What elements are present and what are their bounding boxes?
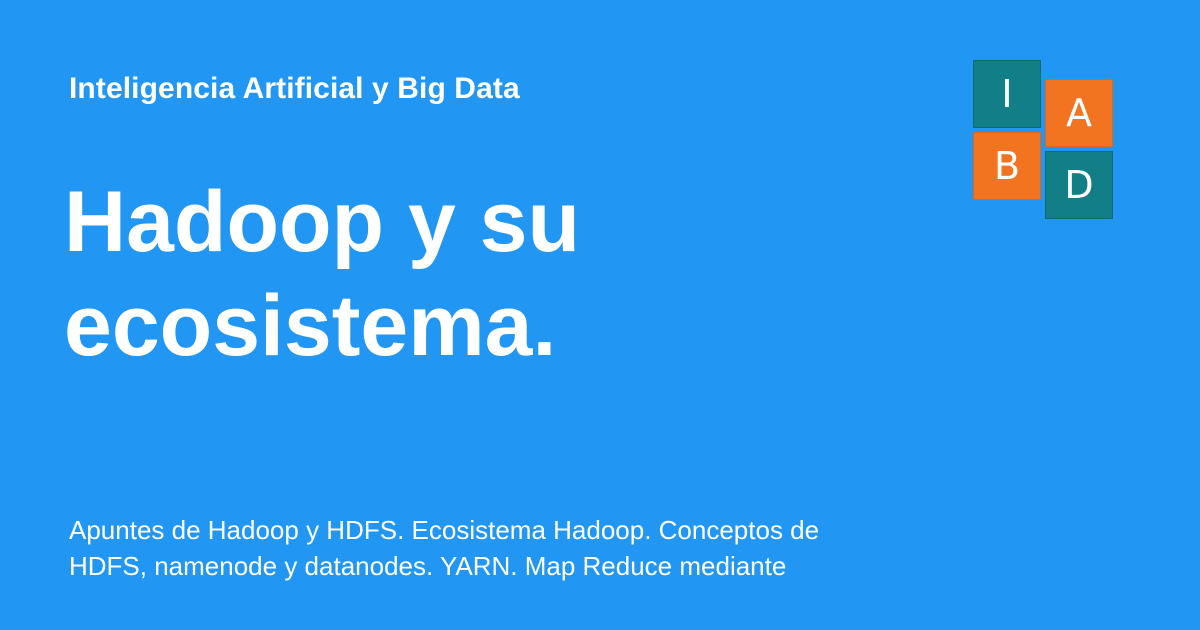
page-title: Hadoop y su ecosistema. <box>64 174 581 374</box>
logo-tile-d: D <box>1045 151 1113 219</box>
logo-tile-b: B <box>973 132 1041 200</box>
page-description: Apuntes de Hadoop y HDFS. Ecosistema Had… <box>69 515 820 581</box>
site-name: Inteligencia Artificial y Big Data <box>69 72 520 105</box>
logo-tile-i: I <box>973 60 1041 128</box>
logo-tile-a: A <box>1045 79 1113 147</box>
iabd-logo: I A B D <box>973 60 1117 222</box>
